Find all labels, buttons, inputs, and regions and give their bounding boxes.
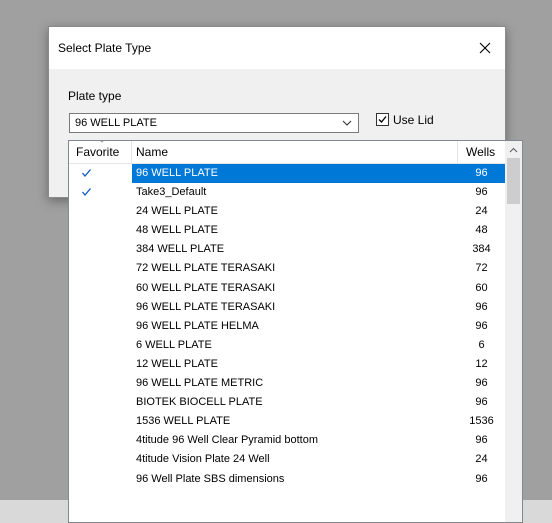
column-header-name[interactable]: Name	[136, 145, 168, 159]
plate-name-cell: 96 WELL PLATE	[132, 164, 458, 183]
plate-type-list[interactable]: Favorite Name Wells 96 WELL PLATE 96 Take3…	[68, 140, 523, 523]
wells-cell: 24	[475, 205, 488, 218]
table-row[interactable]: 96 WELL PLATE HELMA 96	[69, 317, 505, 336]
wells-cell: 96	[475, 300, 488, 313]
wells-cell: 24	[475, 453, 488, 466]
favorite-cell[interactable]	[69, 298, 132, 317]
scroll-thumb[interactable]	[507, 158, 520, 204]
table-row[interactable]: 24 WELL PLATE 24	[69, 202, 505, 221]
plate-name-cell: 96 WELL PLATE HELMA	[136, 319, 259, 332]
column-header-wells[interactable]: Wells	[466, 145, 495, 159]
wells-cell: 96	[475, 377, 488, 390]
plate-name-cell: 1536 WELL PLATE	[136, 415, 231, 428]
table-row[interactable]: BIOTEK BIOCELL PLATE 96	[69, 393, 505, 412]
plate-name-cell: 12 WELL PLATE	[136, 357, 218, 370]
use-lid-checkbox[interactable]	[376, 113, 389, 126]
plate-name-cell: 4titude Vision Plate 24 Well	[136, 453, 270, 466]
favorite-cell[interactable]	[69, 450, 132, 469]
plate-name-cell: 48 WELL PLATE	[136, 224, 218, 237]
wells-cell: 96	[475, 186, 488, 199]
wells-cell: 96	[475, 472, 488, 485]
use-lid-label[interactable]: Use Lid	[393, 113, 434, 127]
chevron-up-icon	[509, 147, 518, 152]
wells-cell: 96	[475, 319, 488, 332]
table-row[interactable]: 96 WELL PLATE TERASAKI 96	[69, 298, 505, 317]
plate-name-cell: 384 WELL PLATE	[136, 243, 225, 256]
plate-type-label: Plate type	[68, 89, 122, 103]
wells-cell: 96	[458, 164, 505, 183]
favorite-cell[interactable]	[69, 374, 132, 393]
table-row[interactable]: 6 WELL PLATE 6	[69, 336, 505, 355]
favorite-cell[interactable]	[69, 470, 132, 489]
plate-name-cell: 24 WELL PLATE	[136, 205, 218, 218]
table-row[interactable]: 4titude Vision Plate 24 Well 24	[69, 450, 505, 469]
plate-name-cell: 4titude 96 Well Clear Pyramid bottom	[136, 434, 318, 447]
table-row[interactable]: 48 WELL PLATE 48	[69, 221, 505, 240]
plate-name-cell: Take3_Default	[136, 186, 207, 199]
dialog-title: Select Plate Type	[58, 41, 152, 55]
table-row[interactable]: 96 WELL PLATE 96	[69, 164, 505, 183]
close-icon	[479, 42, 491, 54]
plate-type-value: 96 WELL PLATE	[75, 117, 157, 129]
vertical-scrollbar[interactable]	[505, 141, 522, 522]
wells-cell: 72	[475, 262, 488, 275]
table-row[interactable]: 96 Well Plate SBS dimensions 96	[69, 470, 505, 489]
favorite-cell[interactable]	[69, 221, 132, 240]
table-row[interactable]: 4titude 96 Well Clear Pyramid bottom 96	[69, 431, 505, 450]
plate-type-dropdown[interactable]: 96 WELL PLATE	[69, 113, 359, 133]
plate-name-cell: 72 WELL PLATE TERASAKI	[136, 262, 276, 275]
favorite-cell[interactable]	[69, 183, 132, 202]
table-row[interactable]: 60 WELL PLATE TERASAKI 60	[69, 279, 505, 298]
wells-cell: 6	[478, 338, 485, 351]
chevron-down-icon	[342, 120, 352, 126]
favorite-cell[interactable]	[69, 240, 132, 259]
table-row[interactable]: 384 WELL PLATE 384	[69, 240, 505, 259]
column-separator[interactable]	[131, 141, 132, 163]
favorite-cell[interactable]	[69, 279, 132, 298]
wells-cell: 384	[472, 243, 491, 256]
favorite-cell[interactable]	[69, 202, 132, 221]
check-icon	[82, 188, 91, 197]
wells-cell: 12	[475, 357, 488, 370]
favorite-cell[interactable]	[69, 393, 132, 412]
table-row[interactable]: 12 WELL PLATE 12	[69, 355, 505, 374]
table-row[interactable]: 1536 WELL PLATE 1536	[69, 412, 505, 431]
favorite-cell[interactable]	[69, 164, 132, 183]
plate-name-cell: 96 Well Plate SBS dimensions	[136, 472, 285, 485]
sort-caret-icon	[100, 141, 104, 143]
plate-name-cell: 6 WELL PLATE	[136, 338, 212, 351]
favorite-cell[interactable]	[69, 412, 132, 431]
plate-name-cell: 96 WELL PLATE TERASAKI	[136, 300, 276, 313]
column-separator[interactable]	[457, 141, 458, 163]
table-row[interactable]: 72 WELL PLATE TERASAKI 72	[69, 259, 505, 278]
check-icon	[378, 116, 387, 123]
plate-name-cell: BIOTEK BIOCELL PLATE	[136, 396, 263, 409]
dialog-titlebar: Select Plate Type	[49, 27, 505, 69]
check-icon	[82, 169, 91, 178]
wells-cell: 60	[475, 281, 488, 294]
column-header-favorite[interactable]: Favorite	[76, 145, 119, 159]
wells-cell: 1536	[469, 415, 494, 428]
table-row[interactable]: Take3_Default 96	[69, 183, 505, 202]
favorite-cell[interactable]	[69, 431, 132, 450]
wells-cell: 96	[475, 396, 488, 409]
favorite-cell[interactable]	[69, 355, 132, 374]
favorite-cell[interactable]	[69, 259, 132, 278]
favorite-cell[interactable]	[69, 317, 132, 336]
plate-name-cell: 60 WELL PLATE TERASAKI	[136, 281, 276, 294]
wells-cell: 48	[475, 224, 488, 237]
list-header: Favorite Name Wells	[69, 141, 505, 164]
scroll-up-button[interactable]	[505, 141, 522, 158]
close-button[interactable]	[471, 35, 499, 61]
wells-cell: 96	[475, 434, 488, 447]
table-row[interactable]: 96 WELL PLATE METRIC 96	[69, 374, 505, 393]
favorite-cell[interactable]	[69, 336, 132, 355]
list-rows: 96 WELL PLATE 96 Take3_Default 96 24 WELL PL…	[69, 164, 505, 489]
plate-name-cell: 96 WELL PLATE METRIC	[136, 377, 264, 390]
